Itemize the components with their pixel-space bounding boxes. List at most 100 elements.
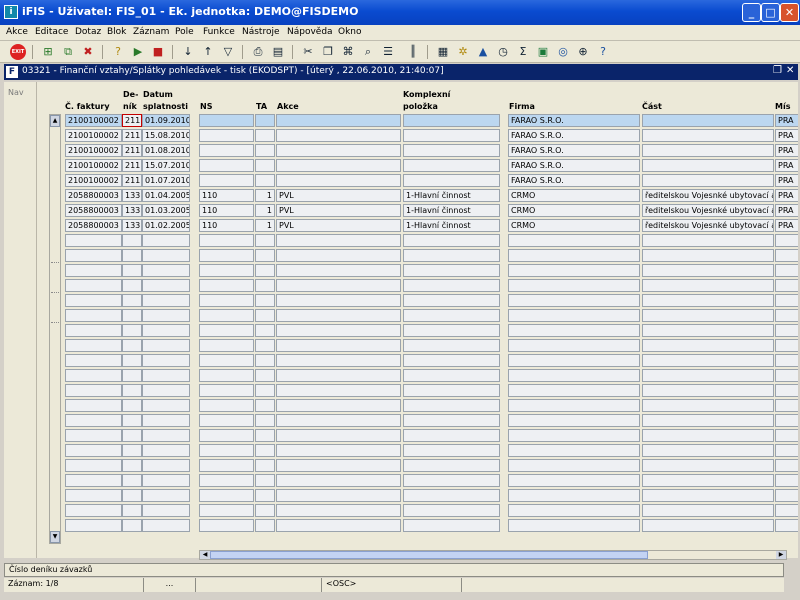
cell-ta[interactable] [255, 414, 275, 427]
cell-cast[interactable] [642, 129, 774, 142]
cell-datum[interactable]: 01.03.2005 [142, 204, 190, 217]
cell-misto[interactable] [775, 279, 798, 292]
cell-ta[interactable] [255, 309, 275, 322]
cell-ta[interactable] [255, 354, 275, 367]
cell-misto[interactable] [775, 429, 798, 442]
cell-ta[interactable] [255, 144, 275, 157]
cell-cast[interactable] [642, 324, 774, 337]
cell-datum[interactable] [142, 504, 190, 517]
cell-kp[interactable] [403, 339, 500, 352]
cell-akce[interactable]: PVL [276, 204, 401, 217]
cell-kp[interactable] [403, 294, 500, 307]
print-icon[interactable]: ⎙ [250, 44, 266, 60]
cell-cast[interactable] [642, 354, 774, 367]
cell-firma[interactable]: CRMO [508, 219, 640, 232]
cell-cast[interactable]: ředitelskou Vojesnké ubytovací a s [642, 204, 774, 217]
cell-ta[interactable] [255, 384, 275, 397]
cell-misto[interactable] [775, 384, 798, 397]
cell-kp[interactable] [403, 354, 500, 367]
cell-ta[interactable] [255, 519, 275, 532]
cell-misto[interactable]: PRA [775, 219, 798, 232]
cell-akce[interactable] [276, 384, 401, 397]
cell-akce[interactable]: PVL [276, 219, 401, 232]
cell-kp[interactable] [403, 444, 500, 457]
cell-denik[interactable]: 211 [122, 174, 142, 187]
cell-firma[interactable]: FARAO S.R.O. [508, 129, 640, 142]
cell-firma[interactable] [508, 399, 640, 412]
cell-cast[interactable] [642, 294, 774, 307]
menu-zaznam[interactable]: Záznam [133, 27, 169, 37]
cell-kp[interactable] [403, 279, 500, 292]
cell-ta[interactable] [255, 489, 275, 502]
cell-kp[interactable] [403, 399, 500, 412]
cell-denik[interactable] [122, 309, 142, 322]
cell-cast[interactable] [642, 309, 774, 322]
cell-datum[interactable] [142, 384, 190, 397]
cell-ta[interactable] [255, 264, 275, 277]
cell-denik[interactable]: 211 [122, 144, 142, 157]
cell-firma[interactable] [508, 429, 640, 442]
cell-cast[interactable] [642, 114, 774, 127]
cell-cast[interactable] [642, 504, 774, 517]
cell-misto[interactable] [775, 414, 798, 427]
cell-firma[interactable] [508, 489, 640, 502]
cell-misto[interactable] [775, 264, 798, 277]
copy-icon[interactable]: ❐ [320, 44, 336, 60]
cell-faktura[interactable] [65, 309, 122, 322]
insert-record-icon[interactable]: ⊞ [40, 44, 56, 60]
cell-denik[interactable] [122, 324, 142, 337]
cell-cast[interactable] [642, 339, 774, 352]
cell-cast[interactable] [642, 414, 774, 427]
menu-napoveda[interactable]: Nápověda [287, 27, 333, 37]
cell-misto[interactable] [775, 354, 798, 367]
cell-denik[interactable]: 133 [122, 204, 142, 217]
cell-faktura[interactable] [65, 519, 122, 532]
cell-akce[interactable] [276, 399, 401, 412]
cell-firma[interactable] [508, 249, 640, 262]
cell-misto[interactable]: PRA [775, 159, 798, 172]
cell-ns[interactable] [199, 114, 254, 127]
cell-ns[interactable] [199, 234, 254, 247]
cell-cast[interactable] [642, 519, 774, 532]
cell-misto[interactable] [775, 504, 798, 517]
cell-ns[interactable] [199, 519, 254, 532]
cell-denik[interactable]: 133 [122, 219, 142, 232]
cell-misto[interactable] [775, 249, 798, 262]
cell-akce[interactable] [276, 339, 401, 352]
cell-ns[interactable] [199, 294, 254, 307]
cell-ta[interactable] [255, 129, 275, 142]
cell-kp[interactable] [403, 129, 500, 142]
cell-denik[interactable] [122, 279, 142, 292]
cell-denik[interactable] [122, 474, 142, 487]
vertical-scrollbar[interactable]: ▲ ▼ [49, 114, 61, 544]
cell-kp[interactable] [403, 249, 500, 262]
cell-kp[interactable] [403, 264, 500, 277]
cell-cast[interactable] [642, 174, 774, 187]
cell-faktura[interactable] [65, 279, 122, 292]
cell-akce[interactable]: PVL [276, 189, 401, 202]
cell-misto[interactable]: PRA [775, 174, 798, 187]
cell-denik[interactable] [122, 294, 142, 307]
cell-misto[interactable] [775, 474, 798, 487]
query-icon[interactable]: ? [110, 44, 126, 60]
cell-denik[interactable]: 211 [122, 114, 142, 127]
cell-ta[interactable] [255, 444, 275, 457]
cell-kp[interactable]: 1-Hlavní činnost [403, 204, 500, 217]
grip-handle[interactable] [51, 322, 59, 324]
cell-kp[interactable] [403, 114, 500, 127]
minimize-button[interactable]: _ [742, 3, 761, 22]
cell-akce[interactable] [276, 264, 401, 277]
cell-faktura[interactable] [65, 504, 122, 517]
cell-kp[interactable] [403, 519, 500, 532]
cell-datum[interactable]: 15.07.2010 [142, 159, 190, 172]
cell-datum[interactable] [142, 234, 190, 247]
cell-ns[interactable] [199, 399, 254, 412]
horizontal-scrollbar[interactable]: ◀ ▶ [199, 550, 787, 560]
cell-ns[interactable] [199, 384, 254, 397]
cell-datum[interactable]: 15.08.2010 [142, 129, 190, 142]
cell-firma[interactable] [508, 339, 640, 352]
cell-kp[interactable] [403, 144, 500, 157]
cell-datum[interactable] [142, 489, 190, 502]
cell-firma[interactable] [508, 294, 640, 307]
cell-cast[interactable]: ředitelskou Vojesnké ubytovací a s [642, 219, 774, 232]
